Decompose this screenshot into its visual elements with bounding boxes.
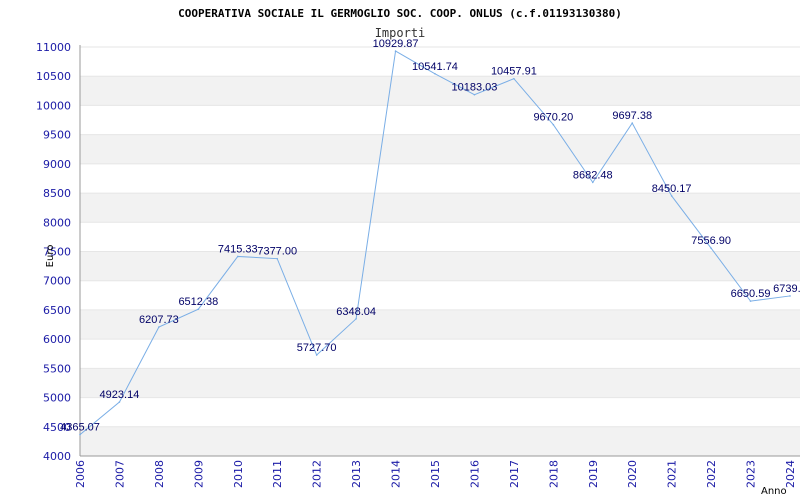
y-tick-label: 5500 <box>43 362 71 375</box>
x-tick-label: 2024 <box>784 460 797 488</box>
data-point <box>513 77 515 80</box>
data-point <box>276 257 279 260</box>
data-label: 9697.38 <box>612 110 652 122</box>
data-label: 7377.00 <box>257 246 297 258</box>
x-tick-label: 2006 <box>74 460 87 488</box>
data-label: 9670.20 <box>533 112 573 124</box>
y-tick-label: 8500 <box>43 187 71 200</box>
y-tick-label: 7000 <box>43 275 71 288</box>
data-point <box>236 255 239 258</box>
chart-title: COOPERATIVA SOCIALE IL GERMOGLIO SOC. CO… <box>178 7 622 20</box>
grid-band <box>80 134 800 164</box>
data-label: 8682.48 <box>573 169 613 181</box>
data-point <box>434 72 436 75</box>
data-point <box>197 308 200 311</box>
x-tick-label: 2018 <box>547 460 560 488</box>
x-tick-label: 2009 <box>192 460 205 488</box>
x-tick-label: 2008 <box>153 460 166 488</box>
grid-band <box>80 426 800 456</box>
data-point <box>749 300 752 302</box>
data-label: 6348.04 <box>336 306 376 318</box>
y-tick-label: 11000 <box>36 41 71 54</box>
x-tick-label: 2011 <box>271 460 284 488</box>
x-tick-label: 2017 <box>508 460 521 488</box>
line-chart: 4000450050005500600065007000750080008500… <box>36 7 800 497</box>
x-tick-label: 2014 <box>390 460 403 488</box>
y-tick-label: 10500 <box>36 70 71 83</box>
x-tick-label: 2021 <box>666 460 679 488</box>
data-label: 10183.03 <box>451 82 497 94</box>
data-label: 6650.59 <box>731 288 771 300</box>
data-point <box>394 50 397 52</box>
data-point <box>591 181 594 184</box>
data-point <box>670 195 673 197</box>
x-axis-ticks: 2006 2007 2008 2009 2010 2011 2012 2013 2014 2015… <box>74 460 797 488</box>
x-tick-label: 2023 <box>745 460 758 488</box>
y-tick-label: 4000 <box>43 450 71 463</box>
grid-band <box>80 368 800 398</box>
y-tick-label: 6500 <box>43 304 71 317</box>
x-tick-label: 2010 <box>232 460 245 488</box>
data-point <box>710 247 712 249</box>
data-label: 7556.90 <box>691 235 731 247</box>
data-label: 6512.38 <box>178 296 218 308</box>
data-label: 10457.91 <box>491 66 537 78</box>
grid-band <box>80 193 800 223</box>
x-axis-title: Anno <box>761 486 787 497</box>
x-tick-label: 2022 <box>705 460 718 488</box>
data-label: 6739.4 <box>773 283 800 295</box>
x-tick-label: 2015 <box>429 460 442 488</box>
data-label: 10541.74 <box>412 61 458 73</box>
data-point <box>631 122 634 124</box>
data-label: 4923.14 <box>100 389 140 401</box>
x-tick-label: 2019 <box>587 460 600 488</box>
data-point <box>79 433 81 436</box>
series-title: Importi <box>375 26 426 40</box>
y-tick-label: 9500 <box>43 129 71 142</box>
data-point <box>473 93 476 96</box>
data-label: 5727.70 <box>297 342 337 354</box>
y-axis-title: Euro <box>45 245 56 268</box>
data-point <box>552 123 555 126</box>
x-tick-label: 2020 <box>626 460 639 488</box>
data-label: 4365.07 <box>60 422 100 434</box>
y-tick-label: 9000 <box>43 158 71 171</box>
x-tick-label: 2016 <box>468 460 481 488</box>
x-tick-label: 2012 <box>311 460 324 488</box>
data-point <box>315 354 318 356</box>
y-tick-label: 10000 <box>36 99 71 112</box>
data-point <box>158 326 160 328</box>
grid-band <box>80 76 800 106</box>
data-label: 8450.17 <box>652 183 692 195</box>
data-label: 6207.73 <box>139 314 179 326</box>
grid-band <box>80 251 800 281</box>
data-point <box>118 401 121 403</box>
data-point <box>789 295 791 297</box>
data-label: 7415.33 <box>218 243 258 255</box>
data-point <box>355 318 357 320</box>
y-tick-label: 6000 <box>43 333 71 346</box>
y-tick-label: 8000 <box>43 216 71 229</box>
grid-bands <box>80 76 800 456</box>
y-tick-label: 5000 <box>43 392 71 405</box>
x-tick-label: 2007 <box>113 460 126 488</box>
x-tick-label: 2013 <box>350 460 363 488</box>
